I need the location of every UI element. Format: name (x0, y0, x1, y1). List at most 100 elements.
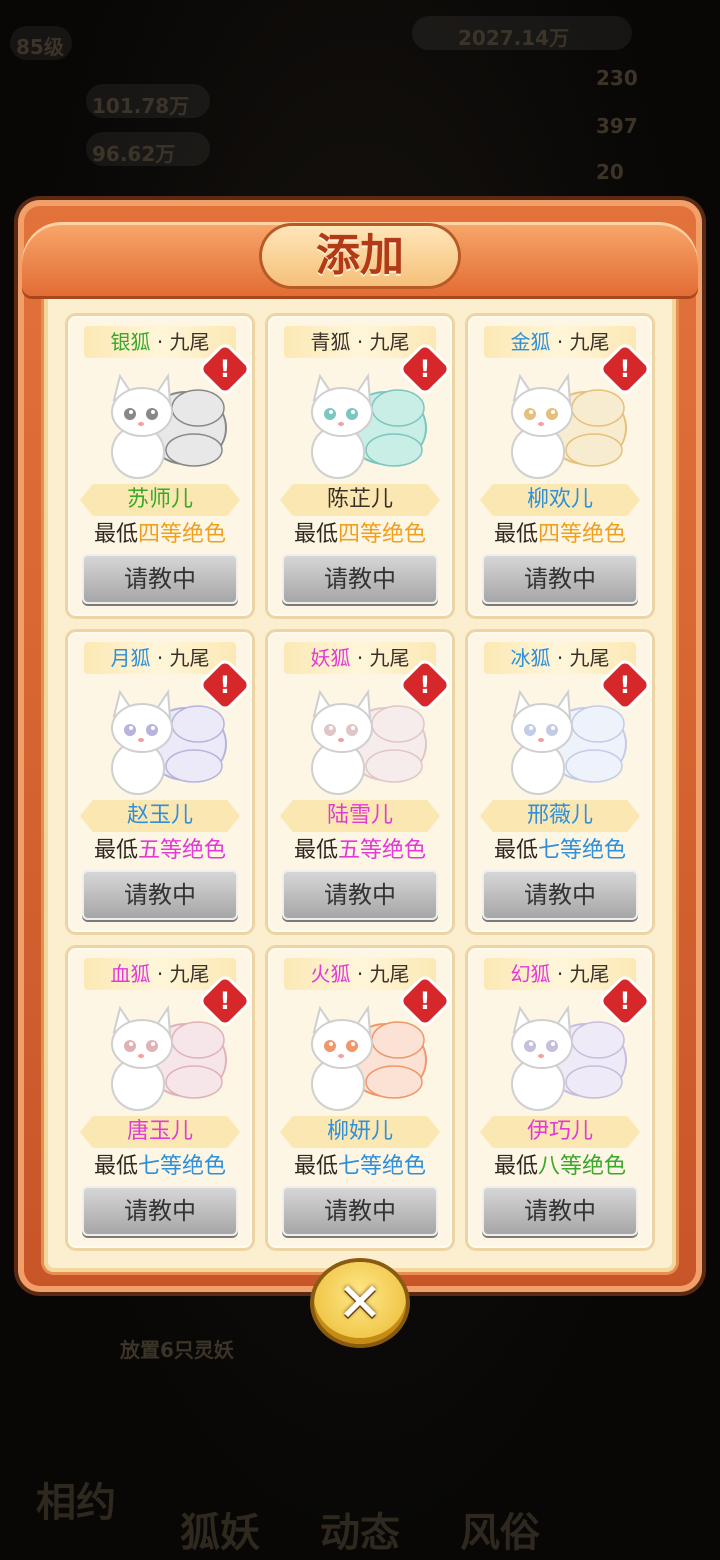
requirement: 最低四等绝色 (68, 520, 252, 550)
requirement-prefix: 最低 (293, 838, 338, 863)
separator: · (356, 646, 370, 670)
separator: · (156, 330, 170, 354)
fox-card[interactable]: 冰狐 · 九尾 ! 邢薇儿 最低七等绝色 请教中 (468, 632, 652, 932)
fox-card[interactable]: 妖狐 · 九尾 ! 陆雪儿 最低五等绝色 请教中 (268, 632, 452, 932)
requirement-grade: 五等绝色 (138, 838, 227, 863)
fox-kind: 幻狐 (510, 962, 551, 986)
fox-kind: 妖狐 (310, 646, 351, 670)
requirement-grade: 四等绝色 (538, 522, 627, 547)
requirement-grade: 七等绝色 (538, 838, 627, 863)
learning-button[interactable]: 请教中 (82, 1186, 238, 1236)
bottom-tab-0: 相约 (36, 1480, 116, 1526)
fox-tail: 九尾 (569, 330, 610, 354)
learning-button[interactable]: 请教中 (482, 1186, 638, 1236)
fox-card[interactable]: 火狐 · 九尾 ! 柳妍儿 最低七等绝色 请教中 (268, 948, 452, 1248)
alert-icon: ! (600, 976, 650, 1026)
alert-icon: ! (200, 660, 250, 710)
fox-card[interactable]: 幻狐 · 九尾 ! 伊巧儿 最低八等绝色 请教中 (468, 948, 652, 1248)
fox-kind: 青狐 (310, 330, 351, 354)
fox-kind: 冰狐 (510, 646, 551, 670)
fox-kind: 金狐 (510, 330, 551, 354)
fox-name: 赵玉儿 (80, 800, 240, 832)
fox-tail: 九尾 (169, 646, 210, 670)
separator: · (556, 962, 570, 986)
fox-name: 唐玉儿 (80, 1116, 240, 1148)
requirement-prefix: 最低 (493, 838, 538, 863)
alert-icon: ! (600, 660, 650, 710)
fox-tail: 九尾 (169, 330, 210, 354)
requirement: 最低七等绝色 (468, 836, 652, 866)
fox-card[interactable]: 月狐 · 九尾 ! 赵玉儿 最低五等绝色 请教中 (68, 632, 252, 932)
requirement-prefix: 最低 (93, 838, 138, 863)
coin-value: 2027.14万 (458, 26, 570, 50)
requirement: 最低四等绝色 (468, 520, 652, 550)
alert-icon: ! (600, 344, 650, 394)
requirement-grade: 四等绝色 (338, 522, 427, 547)
requirement: 最低五等绝色 (268, 836, 452, 866)
game-screen: 85级 2027.14万 101.78万 96.62万 230 397 20 放… (0, 0, 720, 1560)
alert-icon: ! (400, 976, 450, 1026)
fox-kind: 银狐 (110, 330, 151, 354)
separator: · (556, 330, 570, 354)
requirement-prefix: 最低 (93, 522, 138, 547)
fox-card[interactable]: 青狐 · 九尾 ! 陈芷儿 最低四等绝色 请教中 (268, 316, 452, 616)
fox-name: 柳妍儿 (280, 1116, 440, 1148)
learning-button[interactable]: 请教中 (282, 1186, 438, 1236)
right-stat-1: 230 (596, 66, 638, 90)
learning-button[interactable]: 请教中 (82, 554, 238, 604)
requirement-grade: 七等绝色 (138, 1154, 227, 1179)
requirement: 最低五等绝色 (68, 836, 252, 866)
requirement: 最低八等绝色 (468, 1152, 652, 1182)
fox-card[interactable]: 银狐 · 九尾 ! 苏师儿 最低四等绝色 请教中 (68, 316, 252, 616)
fox-kind: 月狐 (110, 646, 151, 670)
alert-icon: ! (400, 660, 450, 710)
separator: · (156, 962, 170, 986)
level-text: 85级 (16, 35, 64, 59)
bottom-hint: 放置6只灵妖 (120, 1338, 234, 1362)
requirement-prefix: 最低 (493, 1154, 538, 1179)
fox-tail: 九尾 (569, 962, 610, 986)
fox-name: 陆雪儿 (280, 800, 440, 832)
requirement-prefix: 最低 (493, 522, 538, 547)
separator: · (156, 646, 170, 670)
requirement-prefix: 最低 (293, 522, 338, 547)
right-stat-3: 20 (596, 160, 624, 184)
separator: · (356, 330, 370, 354)
learning-button[interactable]: 请教中 (282, 870, 438, 920)
fox-name: 苏师儿 (80, 484, 240, 516)
fox-card[interactable]: 血狐 · 九尾 ! 唐玉儿 最低七等绝色 请教中 (68, 948, 252, 1248)
close-icon: ✕ (337, 1271, 383, 1334)
requirement-grade: 七等绝色 (338, 1154, 427, 1179)
stat1-value: 101.78万 (92, 94, 190, 118)
fox-kind: 火狐 (310, 962, 351, 986)
alert-icon: ! (200, 344, 250, 394)
alert-icon: ! (200, 976, 250, 1026)
requirement: 最低七等绝色 (268, 1152, 452, 1182)
fox-tail: 九尾 (569, 646, 610, 670)
learning-button[interactable]: 请教中 (482, 554, 638, 604)
requirement-grade: 八等绝色 (538, 1154, 627, 1179)
fox-tail: 九尾 (369, 646, 410, 670)
fox-tail: 九尾 (369, 330, 410, 354)
separator: · (356, 962, 370, 986)
alert-icon: ! (400, 344, 450, 394)
bottom-tab-1: 狐妖 (180, 1510, 260, 1556)
fox-name: 伊巧儿 (480, 1116, 640, 1148)
fox-tail: 九尾 (169, 962, 210, 986)
fox-name: 邢薇儿 (480, 800, 640, 832)
fox-kind: 血狐 (110, 962, 151, 986)
fox-tail: 九尾 (369, 962, 410, 986)
learning-button[interactable]: 请教中 (482, 870, 638, 920)
fox-name: 陈芷儿 (280, 484, 440, 516)
learning-button[interactable]: 请教中 (282, 554, 438, 604)
modal-title: 添加 (316, 230, 404, 281)
fox-card[interactable]: 金狐 · 九尾 ! 柳欢儿 最低四等绝色 请教中 (468, 316, 652, 616)
stat2-value: 96.62万 (92, 142, 176, 166)
learning-button[interactable]: 请教中 (82, 870, 238, 920)
requirement-grade: 四等绝色 (138, 522, 227, 547)
right-stat-2: 397 (596, 114, 638, 138)
bottom-tab-3: 风俗 (460, 1510, 540, 1556)
separator: · (556, 646, 570, 670)
close-button[interactable]: ✕ (314, 1262, 406, 1344)
bottom-tab-2: 动态 (320, 1510, 400, 1556)
